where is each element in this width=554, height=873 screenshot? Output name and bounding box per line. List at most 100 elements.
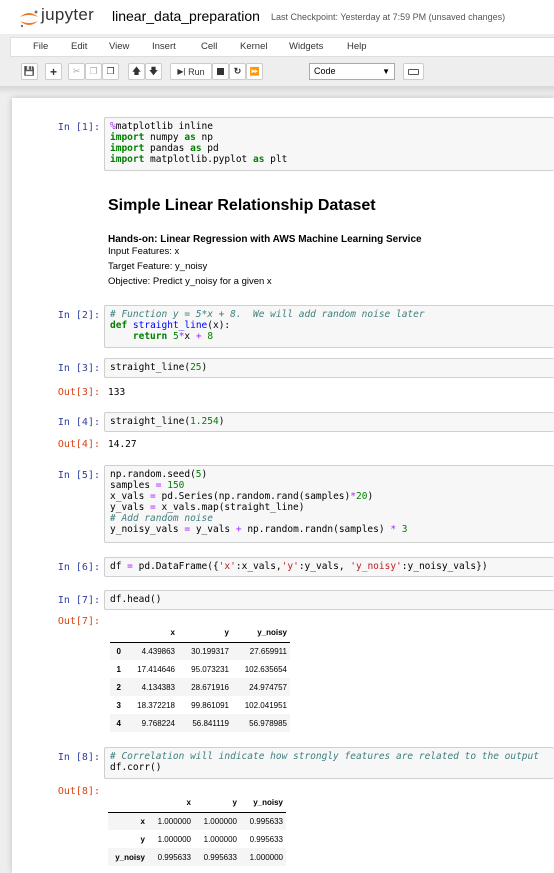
insert-cell-button[interactable]: +	[45, 63, 62, 80]
menu-kernel[interactable]: Kernel	[240, 41, 267, 52]
code-cell-head[interactable]: df.head()	[104, 590, 554, 610]
command-palette-button[interactable]	[403, 63, 424, 80]
checkpoint-status: Last Checkpoint: Yesterday at 7:59 PM (u…	[271, 12, 505, 22]
chevron-down-icon: ▼	[382, 67, 390, 76]
code-cell-generate-data[interactable]: np.random.seed(5) samples = 150 x_vals =…	[104, 465, 554, 543]
table-cell: 1.000000	[249, 852, 283, 862]
head-dataframe-table: x y y_noisy 0 4.439863 30.199317 27.659911 …	[110, 624, 290, 732]
column-header: x	[148, 794, 194, 813]
code-cell-dataframe[interactable]: df = pd.DataFrame({'x':x_vals,'y':y_vals…	[104, 557, 554, 577]
code-cell-call-25[interactable]: straight_line(25)	[104, 358, 554, 378]
table-cell: 0.995633	[157, 852, 191, 862]
markdown-subtitle: Hands-on: Linear Regression with AWS Mac…	[108, 234, 422, 245]
restart-run-all-button[interactable]: ⏩	[246, 63, 263, 80]
table-cell: 0.995633	[249, 816, 283, 826]
cell-output: 133	[108, 387, 126, 398]
menu-cell[interactable]: Cell	[201, 41, 217, 52]
run-button[interactable]: ▶| Run	[170, 63, 212, 80]
table-cell: 1.000000	[157, 834, 191, 844]
paste-button[interactable]: ❒	[102, 63, 119, 80]
cell-type-select[interactable]: Code ▼	[309, 63, 395, 80]
markdown-line: Input Features: x	[108, 246, 180, 257]
table-row: 0 4.439863 30.199317 27.659911	[110, 642, 290, 660]
notebook-title[interactable]: linear_data_preparation	[112, 8, 260, 24]
input-prompt: In [8]:	[57, 752, 100, 763]
menu-help[interactable]: Help	[347, 41, 367, 52]
output-prompt: Out[3]:	[57, 387, 100, 398]
table-cell: 56.841119	[192, 718, 229, 728]
menu-insert[interactable]: Insert	[152, 41, 176, 52]
column-header: y_noisy	[240, 794, 286, 813]
row-index: 3	[116, 700, 121, 710]
brand-name[interactable]: jupyter	[41, 5, 94, 25]
column-header: y	[178, 624, 232, 643]
corr-dataframe-table: x y y_noisy x 1.000000 1.000000 0.995633 y1…	[108, 794, 286, 866]
row-index: y	[140, 834, 145, 844]
run-label: Run	[188, 66, 205, 77]
table-header-row: x y y_noisy	[108, 794, 286, 813]
interrupt-button[interactable]	[212, 63, 229, 80]
code-cell-call-1254[interactable]: straight_line(1.254)	[104, 412, 554, 432]
restart-button[interactable]: ↻	[229, 63, 246, 80]
input-prompt: In [1]:	[57, 122, 100, 133]
table-cell: 30.199317	[191, 646, 229, 656]
cut-button[interactable]: ✂	[68, 63, 85, 80]
keyboard-icon	[408, 68, 419, 75]
menu-edit[interactable]: Edit	[71, 41, 87, 52]
output-prompt: Out[4]:	[57, 439, 100, 450]
table-row: y_noisy 0.995633 0.995633 1.000000	[108, 848, 286, 866]
column-header: x	[124, 624, 178, 643]
checkpoint-text: Last Checkpoint: Yesterday at 7:59 PM	[271, 12, 427, 22]
table-cell: 27.659911	[249, 646, 287, 656]
table-cell: 4.134383	[141, 682, 175, 692]
notebook-header: jupyter linear_data_preparation Last Che…	[0, 0, 554, 34]
input-prompt: In [3]:	[57, 363, 100, 374]
row-index: x	[140, 816, 145, 826]
save-button[interactable]: 💾	[21, 63, 38, 80]
markdown-line: Objective: Predict y_noisy for a given x	[108, 276, 272, 287]
input-prompt: In [7]:	[57, 595, 100, 606]
menubar: File Edit View Insert Cell Kernel Widget…	[10, 37, 554, 57]
table-cell: 102.635654	[244, 664, 287, 674]
column-header	[108, 794, 148, 813]
row-index: 2	[116, 682, 121, 692]
header-shadow	[0, 86, 554, 94]
copy-icon: ❐	[89, 66, 98, 76]
table-row: 3 18.372218 99.861091 102.041951	[110, 696, 290, 714]
output-prompt: Out[7]:	[57, 616, 100, 627]
output-prompt: Out[8]:	[57, 786, 100, 797]
unsaved-status: (unsaved changes)	[428, 12, 506, 22]
input-prompt: In [2]:	[57, 310, 100, 321]
code-cell-function[interactable]: # Function y = 5*x + 8. We will add rand…	[104, 305, 554, 348]
move-down-button[interactable]: 🡇	[145, 63, 162, 80]
table-cell: 56.978985	[249, 718, 287, 728]
menu-view[interactable]: View	[109, 41, 129, 52]
table-row: 2 4.134383 28.671916 24.974757	[110, 678, 290, 696]
menu-file[interactable]: File	[33, 41, 48, 52]
column-header: y	[194, 794, 240, 813]
table-cell: 102.041951	[244, 700, 287, 710]
table-cell: 18.372218	[137, 700, 175, 710]
stop-icon	[217, 68, 224, 75]
cell-type-value: Code	[314, 66, 336, 76]
table-cell: 17.414646	[137, 664, 175, 674]
table-cell: 0.995633	[249, 834, 283, 844]
plus-icon: +	[49, 64, 57, 79]
arrow-up-icon: 🡅	[131, 65, 142, 76]
table-cell: 0.995633	[203, 852, 237, 862]
jupyter-logo-icon	[20, 10, 38, 28]
code-cell-imports[interactable]: %matplotlib inline import numpy as np im…	[104, 117, 554, 171]
table-cell: 4.439863	[141, 646, 175, 656]
toolbar: 💾 + ✂ ❐ ❒ 🡅 🡇 ▶| Run ↻ ⏩ Code ▼	[10, 60, 554, 83]
markdown-line: Target Feature: y_noisy	[108, 261, 208, 272]
scissors-icon: ✂	[72, 66, 81, 76]
copy-button[interactable]: ❐	[85, 63, 102, 80]
table-row: y 1.000000 1.000000 0.995633	[108, 830, 286, 848]
code-cell-corr[interactable]: # Correlation will indicate how strongly…	[104, 747, 554, 779]
table-row: 1 17.414646 95.073231 102.635654	[110, 660, 290, 678]
move-up-button[interactable]: 🡅	[128, 63, 145, 80]
step-forward-icon: ▶|	[177, 67, 186, 76]
arrow-down-icon: 🡇	[148, 65, 159, 76]
table-cell: 24.974757	[249, 682, 287, 692]
menu-widgets[interactable]: Widgets	[289, 41, 323, 52]
